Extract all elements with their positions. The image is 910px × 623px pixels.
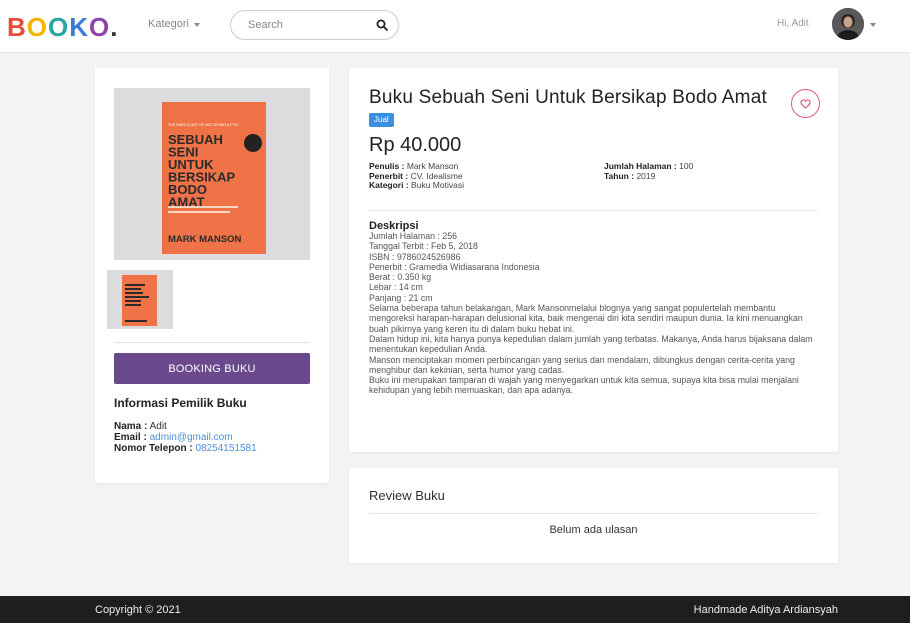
user-menu-chevron-icon[interactable] <box>870 23 876 27</box>
book-price: Rp 40.000 <box>369 134 462 156</box>
footer-copyright: Copyright © 2021 <box>95 604 181 616</box>
status-badge: Jual <box>369 113 394 127</box>
description-line: Tanggal Terbit : Feb 5, 2018 <box>369 241 478 252</box>
owner-info: Nama : Adit Email : admin@gmail.com Nomo… <box>114 421 257 454</box>
description-line: Panjang : 21 cm <box>369 292 433 303</box>
owner-phone-link[interactable]: 08254151581 <box>195 443 256 454</box>
detail-divider <box>369 210 818 211</box>
book-cover-image[interactable]: THE SUBTLE ART OF NOT GIVING A F*CK SEBU… <box>114 88 310 260</box>
book-title: Buku Sebuah Seni Untuk Bersikap Bodo Ama… <box>369 87 767 108</box>
book-detail-card: Buku Sebuah Seni Untuk Bersikap Bodo Ama… <box>349 68 838 452</box>
book-gallery-card: THE SUBTLE ART OF NOT GIVING A F*CK SEBU… <box>95 68 329 483</box>
owner-name: Adit <box>149 421 167 432</box>
book-author: Mark Manson <box>406 161 459 171</box>
user-greeting[interactable]: Hi, Adit <box>777 18 809 29</box>
description-line: Penerbit : Gramedia Widiasarana Indonesi… <box>369 261 540 272</box>
owner-info-title: Informasi Pemilik Buku <box>114 396 247 410</box>
heart-icon <box>800 98 811 109</box>
description-body: Jumlah Halaman : 256 Tanggal Terbit : Fe… <box>369 231 821 396</box>
svg-text:BOOKO.: BOOKO. <box>7 12 119 42</box>
description-paragraph: Manson menciptakan momen perbincangan ya… <box>369 354 795 375</box>
review-empty-message: Belum ada ulasan <box>549 524 638 536</box>
footer-credit: Handmade Aditya Ardiansyah <box>693 604 838 616</box>
owner-email-link[interactable]: admin@gmail.com <box>150 432 233 443</box>
description-paragraph: Buku ini merupakan tamparan di wajah yan… <box>369 375 799 396</box>
chevron-down-icon <box>193 22 200 27</box>
cover-caption: THE SUBTLE ART OF NOT GIVING A F*CK <box>168 123 239 127</box>
review-divider <box>369 513 818 514</box>
book-meta-left: Penulis : Mark Manson Penerbit : CV. Ide… <box>369 161 464 191</box>
owner-email-row: Email : admin@gmail.com <box>114 432 233 443</box>
sidebar-divider <box>114 342 310 343</box>
description-line: Berat : 0.350 kg <box>369 272 432 283</box>
description-paragraph: Selama beberapa tahun belakangan, Mark M… <box>369 303 803 334</box>
footer: Copyright © 2021 Handmade Aditya Ardians… <box>0 596 910 623</box>
description-line: ISBN : 9786024526986 <box>369 251 461 262</box>
description-paragraph: Dalam hidup ini, kita hanya punya kepedu… <box>369 333 813 355</box>
wishlist-button[interactable] <box>791 89 820 118</box>
search-input[interactable] <box>248 19 376 31</box>
search-icon[interactable] <box>376 19 388 31</box>
book-year: 2019 <box>636 170 656 181</box>
cover-author: MARK MANSON <box>168 234 241 245</box>
booking-button[interactable]: BOOKING BUKU <box>114 353 310 384</box>
book-meta-right: Jumlah Halaman : 100 Tahun : 2019 <box>604 161 694 181</box>
book-category: Buku Motivasi <box>411 180 464 191</box>
user-photo <box>832 8 864 40</box>
kategori-dropdown[interactable]: Kategori <box>148 18 200 30</box>
kategori-label: Kategori <box>148 18 189 30</box>
top-navbar: BOOKO. Kategori Hi, Adit <box>0 0 910 53</box>
owner-phone-row: Nomor Telepon : 08254151581 <box>114 443 257 454</box>
description-line: Jumlah Halaman : 256 <box>369 231 458 241</box>
book-thumbnail[interactable] <box>107 270 173 329</box>
book-pages: 100 <box>679 161 694 171</box>
owner-name-row: Nama : Adit <box>114 421 167 432</box>
review-title: Review Buku <box>369 488 445 503</box>
avatar[interactable] <box>832 8 864 40</box>
description-line: Lebar : 14 cm <box>369 282 423 293</box>
book-publisher: CV. Idealisme <box>410 170 463 181</box>
search-bar <box>230 10 399 40</box>
booko-logo[interactable]: BOOKO. <box>7 9 127 43</box>
review-card: Review Buku Belum ada ulasan <box>349 468 838 563</box>
